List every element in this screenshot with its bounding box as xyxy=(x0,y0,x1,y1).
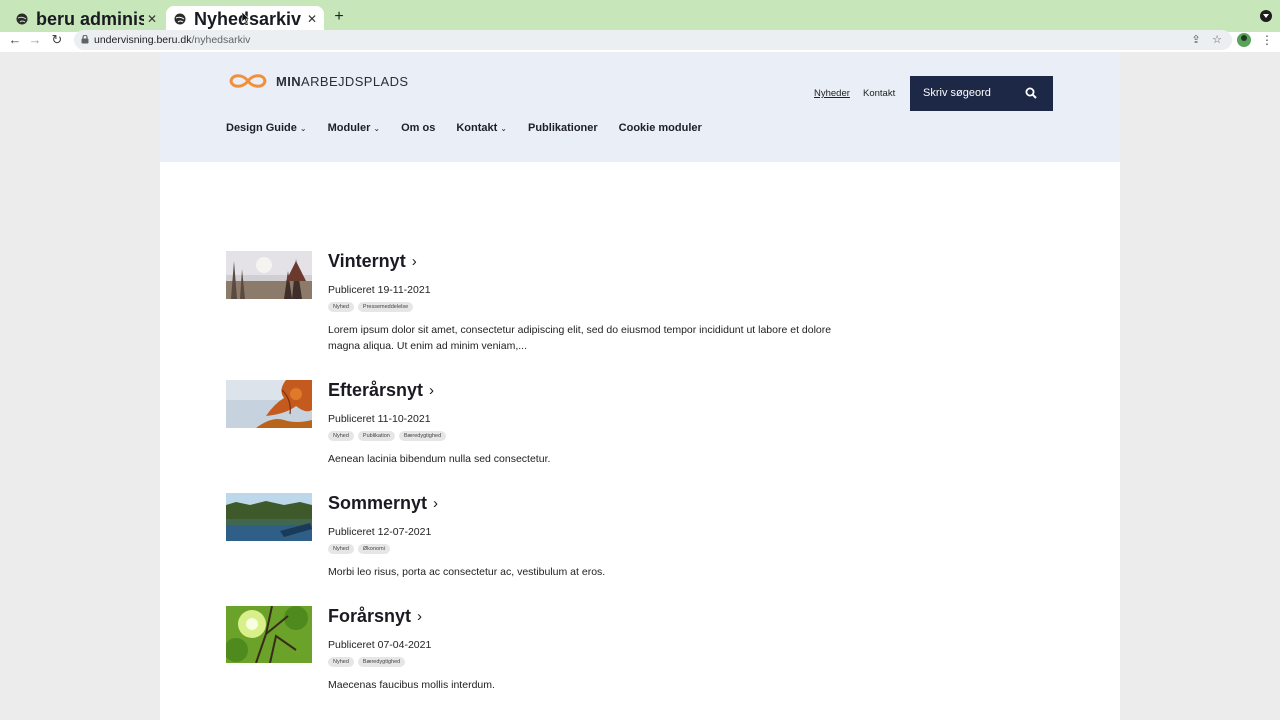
browser-menu-icon[interactable]: ⋮ xyxy=(1261,32,1273,48)
logo-text: MINARBEJDSPLADS xyxy=(276,74,408,89)
url-path: /nyhedsarkiv xyxy=(191,34,251,46)
tab-search-icon[interactable] xyxy=(1260,10,1272,22)
back-arrow-icon[interactable]: ← xyxy=(7,32,23,48)
page: MINARBEJDSPLADS Nyheder Kontakt Skriv sø… xyxy=(160,52,1120,720)
tab-title: beru administration xyxy=(36,8,144,29)
chevron-down-icon: ⌄ xyxy=(500,123,507,133)
article-tags: Nyhed Økonomi xyxy=(328,544,848,554)
browser-tab[interactable]: beru administration ✕ xyxy=(8,6,164,32)
nav-item-design-guide[interactable]: Design Guide ⌄ xyxy=(226,122,307,134)
utility-link-kontakt[interactable]: Kontakt xyxy=(863,88,895,99)
chevron-right-icon: › xyxy=(429,382,435,399)
article-tags: Nyhed Bæredygtighed xyxy=(328,657,848,667)
site-logo[interactable]: MINARBEJDSPLADS xyxy=(226,72,408,90)
new-tab-button[interactable]: + xyxy=(330,8,348,26)
logo-bold: MIN xyxy=(276,73,302,89)
reload-icon[interactable]: ↻ xyxy=(49,32,65,48)
nav-label: Moduler xyxy=(327,122,371,134)
browser-tab-bar: beru administration ✕ Nyhedsarkiv ✕ + xyxy=(0,0,1280,32)
tag[interactable]: Nyhed xyxy=(328,657,354,667)
article-image[interactable] xyxy=(226,493,312,541)
nav-item-cookie-moduler[interactable]: Cookie moduler xyxy=(619,122,702,134)
globe-icon xyxy=(16,13,28,25)
chevron-right-icon: › xyxy=(411,253,417,270)
nav-item-publikationer[interactable]: Publikationer xyxy=(528,122,598,134)
close-icon[interactable]: ✕ xyxy=(144,12,160,26)
address-bar[interactable]: undervisning.beru.dk/nyhedsarkiv xyxy=(74,30,1232,50)
article-image[interactable] xyxy=(226,251,312,299)
tag[interactable]: Nyhed xyxy=(328,544,354,554)
article-title: Efterårsnyt xyxy=(328,380,424,400)
article-title-link[interactable]: Sommernyt › xyxy=(328,493,848,514)
site-header: MINARBEJDSPLADS Nyheder Kontakt Skriv sø… xyxy=(160,52,1120,162)
article-excerpt: Maecenas faucibus mollis interdum. xyxy=(328,679,495,691)
article-excerpt: Morbi leo risus, porta ac consectetur ac… xyxy=(328,566,606,578)
search-input[interactable]: Skriv søgeord xyxy=(923,87,991,99)
article-date: Publiceret 19-11-2021 xyxy=(328,284,431,296)
share-icon[interactable]: ⇪ xyxy=(1189,33,1203,47)
article-title: Vinternyt xyxy=(328,251,406,271)
star-icon[interactable]: ☆ xyxy=(1210,33,1224,47)
tag[interactable]: Økonomi xyxy=(357,544,390,554)
logo-infinity-icon xyxy=(229,74,267,88)
article-title-link[interactable]: Vinternyt › xyxy=(328,251,848,272)
nav-label: Om os xyxy=(401,122,436,134)
utility-link-nyheder[interactable]: Nyheder xyxy=(814,88,850,99)
chevron-right-icon: › xyxy=(417,608,423,625)
article-excerpt: Lorem ipsum dolor sit amet, consectetur … xyxy=(328,324,832,352)
tag[interactable]: Publikation xyxy=(357,431,395,441)
search-icon[interactable] xyxy=(1025,87,1037,99)
search-box[interactable]: Skriv søgeord xyxy=(910,76,1053,111)
nav-item-kontakt[interactable]: Kontakt ⌄ xyxy=(456,122,507,134)
nav-item-moduler[interactable]: Moduler ⌄ xyxy=(328,122,380,134)
lock-icon xyxy=(81,35,89,44)
globe-icon xyxy=(174,13,186,25)
nav-item-om-os[interactable]: Om os xyxy=(401,122,435,134)
article-image[interactable] xyxy=(226,606,312,663)
autumn-leaf-image xyxy=(226,380,312,428)
tag[interactable]: Bæredygtighed xyxy=(398,431,447,441)
tag[interactable]: Nyhed xyxy=(328,302,354,312)
mouse-cursor-icon xyxy=(242,12,250,24)
article-image[interactable] xyxy=(226,380,312,428)
summer-lake-image xyxy=(226,493,312,541)
chevron-down-icon: ⌄ xyxy=(373,123,381,133)
tag[interactable]: Pressemeddelelse xyxy=(357,302,414,312)
article-date: Publiceret 07-04-2021 xyxy=(328,639,432,651)
article-title-link[interactable]: Forårsnyt › xyxy=(328,606,848,627)
article-tags: Nyhed Pressemeddelelse xyxy=(328,302,848,312)
close-icon[interactable]: ✕ xyxy=(304,12,320,26)
article-tags: Nyhed Publikation Bæredygtighed xyxy=(328,431,848,441)
nav-label: Publikationer xyxy=(527,122,598,134)
article-title: Forårsnyt xyxy=(328,606,412,626)
chevron-right-icon: › xyxy=(433,495,439,512)
spring-trees-image xyxy=(226,606,312,663)
forward-arrow-icon[interactable]: → xyxy=(27,32,43,48)
article-date: Publiceret 11-10-2021 xyxy=(328,413,431,425)
tag[interactable]: Nyhed xyxy=(328,431,354,441)
article-excerpt: Aenean lacinia bibendum nulla sed consec… xyxy=(328,453,551,465)
url-text: undervisning.beru.dk/nyhedsarkiv xyxy=(94,34,250,46)
nav-label: Cookie moduler xyxy=(618,122,702,134)
logo-light: ARBEJDSPLADS xyxy=(301,73,409,89)
winter-image xyxy=(226,251,312,299)
main-nav: Design Guide ⌄ Moduler ⌄ Om os Kontakt ⌄ Pu… xyxy=(226,122,723,134)
chevron-down-icon: ⌄ xyxy=(299,123,307,133)
url-domain: undervisning.beru.dk xyxy=(94,34,192,46)
article-title-link[interactable]: Efterårsnyt › xyxy=(328,380,848,401)
article-title: Sommernyt xyxy=(328,493,428,513)
article-date: Publiceret 12-07-2021 xyxy=(328,526,432,538)
nav-label: Design Guide xyxy=(226,122,297,134)
profile-avatar[interactable] xyxy=(1237,33,1251,47)
tag[interactable]: Bæredygtighed xyxy=(357,657,406,667)
nav-label: Kontakt xyxy=(456,122,498,134)
